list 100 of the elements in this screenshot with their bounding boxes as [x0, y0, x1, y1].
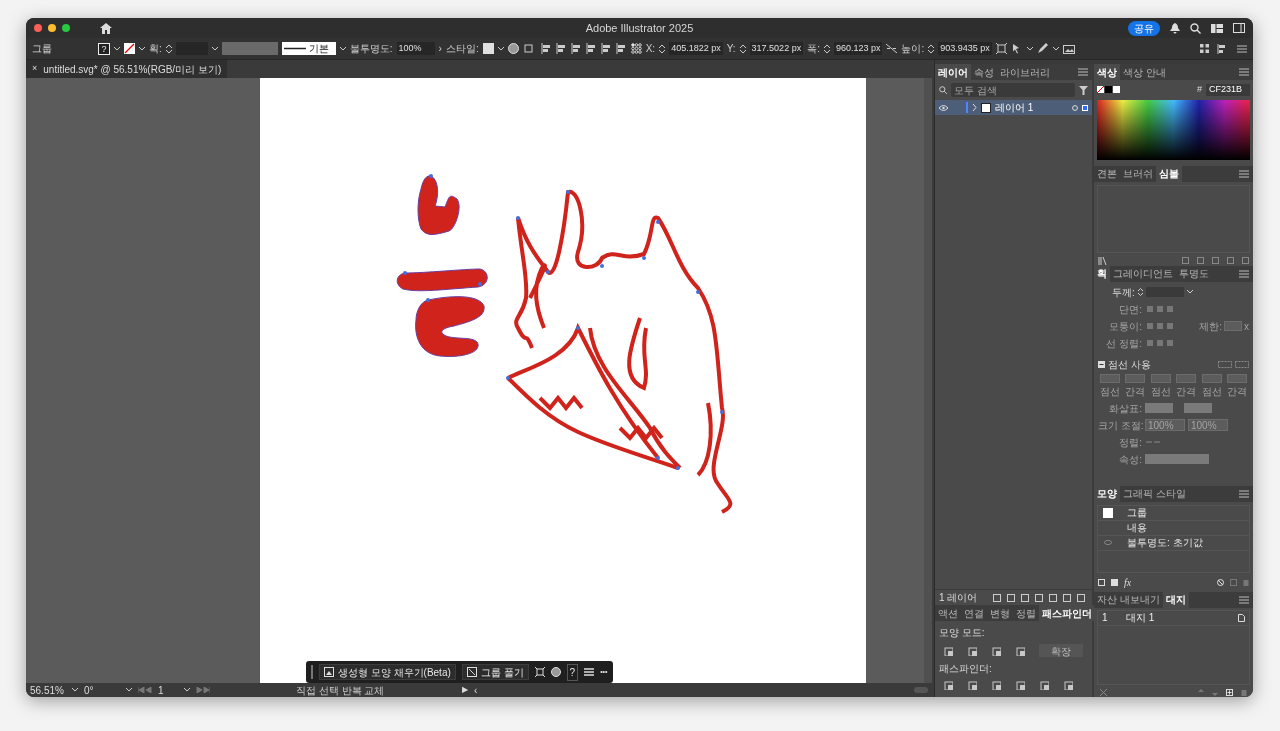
panel-menu-icon[interactable] — [1239, 595, 1249, 604]
pathfinder-icon[interactable] — [943, 680, 953, 690]
align-icon[interactable] — [540, 43, 552, 54]
arrange-icon[interactable] — [1200, 44, 1209, 53]
new-artboard-icon[interactable] — [1226, 688, 1233, 696]
stepper-icon[interactable] — [659, 43, 666, 54]
artboard-options-icon[interactable] — [1238, 613, 1245, 622]
shape-mode-icon[interactable] — [1015, 645, 1025, 656]
clear-icon[interactable] — [1217, 578, 1224, 586]
caret-icon[interactable] — [126, 688, 132, 692]
stepper-icon[interactable] — [739, 43, 746, 54]
drag-handle[interactable] — [311, 665, 313, 679]
y-field[interactable]: 317.5022 px — [749, 42, 804, 55]
collect-icon[interactable] — [993, 593, 1002, 602]
fill-swatch[interactable] — [1113, 86, 1120, 94]
pathfinder-icon[interactable] — [1015, 680, 1025, 690]
zoom-level[interactable]: 56.51% — [30, 682, 66, 697]
panel-tab[interactable]: 견본 — [1094, 165, 1120, 182]
checkbox-icon[interactable] — [1098, 360, 1105, 368]
vertical-scrollbar[interactable] — [924, 78, 932, 683]
effects-button[interactable]: fx — [1124, 574, 1132, 590]
clipping-mask-icon[interactable] — [1035, 593, 1044, 602]
panel-menu-icon[interactable] — [1239, 269, 1249, 278]
align-icon[interactable] — [555, 43, 567, 54]
artboard-number[interactable]: 1 — [158, 682, 178, 697]
hex-field[interactable]: CF231B — [1206, 83, 1250, 96]
recolor-icon[interactable] — [550, 667, 561, 677]
caret-icon[interactable] — [184, 688, 190, 692]
last-artboard-icon[interactable] — [196, 687, 210, 693]
stroke-swatch[interactable] — [1105, 86, 1112, 94]
target-icon[interactable] — [1072, 104, 1078, 111]
filter-icon[interactable] — [1079, 85, 1088, 95]
close-button[interactable]: × — [32, 62, 38, 76]
status-menu-button[interactable]: ▶ — [462, 684, 468, 696]
shape-mode-icon[interactable] — [967, 645, 977, 656]
panel-tab[interactable]: 그래픽 스타일 — [1120, 485, 1189, 502]
stepper-icon[interactable] — [165, 43, 172, 54]
align-icon[interactable] — [615, 43, 627, 54]
pathfinder-icon[interactable] — [1063, 680, 1073, 690]
caret-icon[interactable] — [1026, 46, 1033, 51]
style-swatch[interactable] — [482, 43, 494, 54]
width-field[interactable]: 960.123 px — [833, 42, 883, 55]
workspace-icon[interactable] — [1211, 23, 1223, 33]
trash-icon[interactable] — [1077, 593, 1086, 602]
export-icon[interactable] — [1007, 593, 1016, 602]
color-spectrum[interactable] — [1097, 99, 1250, 160]
panel-layout-icon[interactable] — [1233, 23, 1245, 33]
x-field[interactable]: 405.1822 px — [669, 42, 723, 55]
panel-menu-icon[interactable] — [1078, 68, 1088, 76]
caret-icon[interactable] — [1186, 290, 1193, 294]
fill-swatch[interactable]: ? — [98, 42, 110, 55]
appearance-item[interactable]: 내용 — [1127, 520, 1147, 535]
stroke-none-icon[interactable] — [124, 43, 135, 54]
ungroup-button[interactable]: 그룹 풀기 — [461, 664, 529, 680]
panel-tab[interactable]: 대지 — [1162, 591, 1189, 608]
panel-tab[interactable]: 모양 — [1094, 485, 1120, 502]
rotation-angle[interactable]: 0° — [84, 682, 120, 697]
locate-icon[interactable] — [1021, 593, 1030, 602]
expand-icon[interactable] — [972, 104, 977, 111]
panel-menu-icon[interactable] — [1239, 68, 1249, 76]
add-stroke-icon[interactable] — [1098, 578, 1105, 586]
layer-row[interactable]: 레이어 1 — [935, 100, 1092, 115]
shape-mode-icon[interactable] — [991, 645, 1001, 656]
add-fill-icon[interactable] — [1111, 578, 1118, 586]
pathfinder-icon[interactable] — [967, 680, 977, 690]
appearance-item[interactable]: 불투명도: 초기값 — [1127, 535, 1203, 550]
break-link-icon[interactable] — [1197, 257, 1204, 264]
panel-tab[interactable]: 색상 — [1094, 64, 1120, 80]
caret-icon[interactable] — [339, 46, 346, 51]
caret-icon[interactable] — [1052, 46, 1059, 51]
caret-icon[interactable] — [114, 46, 120, 51]
stepper-icon[interactable] — [1137, 288, 1143, 296]
opacity-field[interactable]: 100% — [396, 42, 435, 55]
panel-tab[interactable]: 레이어 — [935, 64, 971, 80]
panel-tab[interactable]: 속성 — [971, 64, 997, 80]
reference-point-icon[interactable] — [630, 43, 642, 54]
align-icon[interactable] — [585, 43, 597, 54]
panel-tab[interactable]: 패스파인더 — [1039, 605, 1095, 621]
transform-icon[interactable] — [534, 667, 545, 677]
panel-menu-icon[interactable] — [1239, 489, 1249, 498]
variable-width-field[interactable] — [221, 42, 278, 55]
help-button[interactable]: ? — [566, 663, 579, 681]
panel-menu-icon[interactable] — [1239, 169, 1249, 178]
link-icon[interactable] — [886, 44, 898, 53]
panel-tab[interactable]: 라이브러리 — [997, 64, 1053, 80]
trash-icon[interactable] — [1242, 257, 1249, 264]
symbol-library-icon[interactable] — [1098, 256, 1107, 265]
list-icon[interactable] — [1237, 44, 1247, 53]
caret-icon[interactable] — [211, 46, 218, 51]
align-icon[interactable] — [600, 43, 612, 54]
panel-tab[interactable]: 브러쉬 — [1120, 165, 1156, 182]
expand-button[interactable]: 확장 — [1039, 644, 1083, 657]
panel-tab[interactable]: 자산 내보내기 — [1094, 591, 1163, 608]
search-field[interactable]: 모두 검색 — [951, 83, 1075, 97]
stepper-icon[interactable] — [928, 43, 935, 54]
selection-indicator[interactable] — [1082, 104, 1088, 111]
panel-tab[interactable]: 변형 — [987, 605, 1013, 621]
dash-corners-icon[interactable] — [1218, 360, 1232, 368]
edit-pen-icon[interactable] — [1036, 43, 1049, 54]
align-icon[interactable] — [570, 43, 582, 54]
